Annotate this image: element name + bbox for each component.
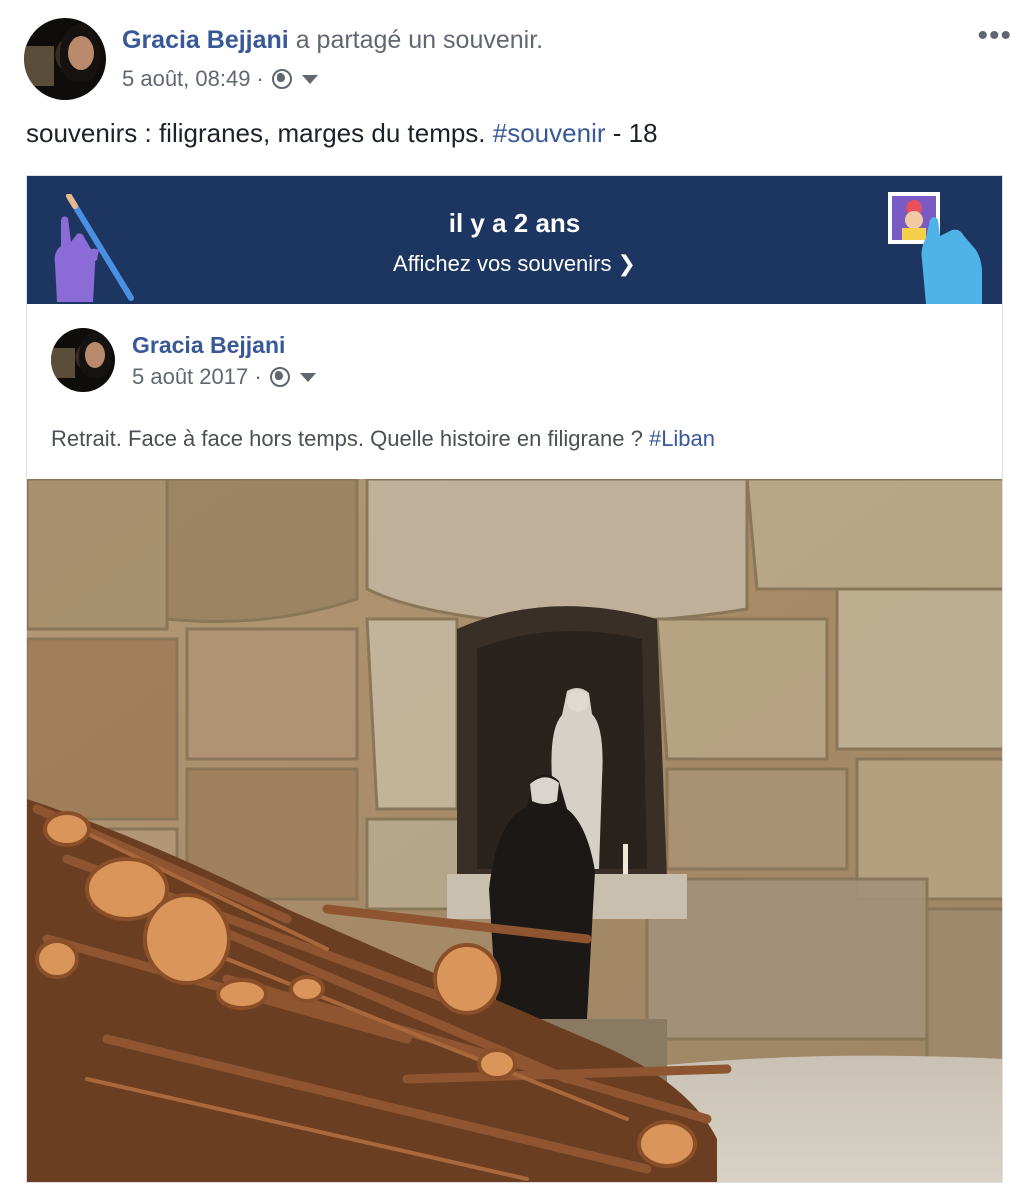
more-options-icon[interactable]: ••• bbox=[977, 21, 1012, 51]
original-post-body: Retrait. Face à face hors temps. Quelle … bbox=[51, 426, 649, 451]
post-photo[interactable] bbox=[27, 479, 1003, 1183]
author-name-link[interactable]: Gracia Bejjani bbox=[122, 26, 289, 54]
avatar[interactable] bbox=[24, 18, 106, 100]
view-memories-label: Affichez vos souvenirs bbox=[393, 251, 612, 276]
post-meta: 5 août, 08:49 · bbox=[122, 66, 318, 92]
post-header: Gracia Bejjani a partagé un souvenir. 5 … bbox=[24, 18, 1014, 104]
post-text-suffix: - 18 bbox=[605, 118, 658, 148]
original-post-timestamp[interactable]: 5 août 2017 · bbox=[132, 364, 262, 390]
original-post-meta: 5 août 2017 · bbox=[132, 364, 316, 390]
hand-photo-illustration bbox=[888, 192, 982, 304]
memory-banner[interactable]: il y a 2 ans Affichez vos souvenirs ❯ bbox=[27, 176, 1002, 304]
hashtag-link[interactable]: #souvenir bbox=[493, 118, 606, 148]
original-post: Gracia Bejjani 5 août 2017 · Retrait. Fa… bbox=[27, 304, 1002, 479]
post-timestamp[interactable]: 5 août, 08:49 · bbox=[122, 66, 264, 92]
chevron-down-icon[interactable] bbox=[299, 372, 316, 382]
view-memories-link[interactable]: Affichez vos souvenirs ❯ bbox=[27, 251, 1002, 277]
post-text: souvenirs : filigranes, marges du temps.… bbox=[26, 118, 658, 149]
post-text-body: souvenirs : filigranes, marges du temps. bbox=[26, 118, 493, 148]
original-post-text: Retrait. Face à face hors temps. Quelle … bbox=[51, 426, 715, 452]
globe-icon bbox=[269, 367, 290, 387]
chevron-right-icon: ❯ bbox=[617, 251, 636, 276]
hashtag-link[interactable]: #Liban bbox=[649, 426, 715, 451]
memory-card: il y a 2 ans Affichez vos souvenirs ❯ Gra… bbox=[26, 175, 1003, 1183]
post-action-text: a partagé un souvenir. bbox=[288, 26, 544, 54]
post-title-line: Gracia Bejjani a partagé un souvenir. bbox=[122, 26, 543, 55]
original-author-link[interactable]: Gracia Bejjani bbox=[132, 332, 285, 359]
memory-years-ago: il y a 2 ans bbox=[448, 208, 581, 238]
original-post-avatar[interactable] bbox=[51, 328, 115, 392]
globe-icon bbox=[271, 69, 292, 89]
chevron-down-icon[interactable] bbox=[301, 74, 318, 84]
